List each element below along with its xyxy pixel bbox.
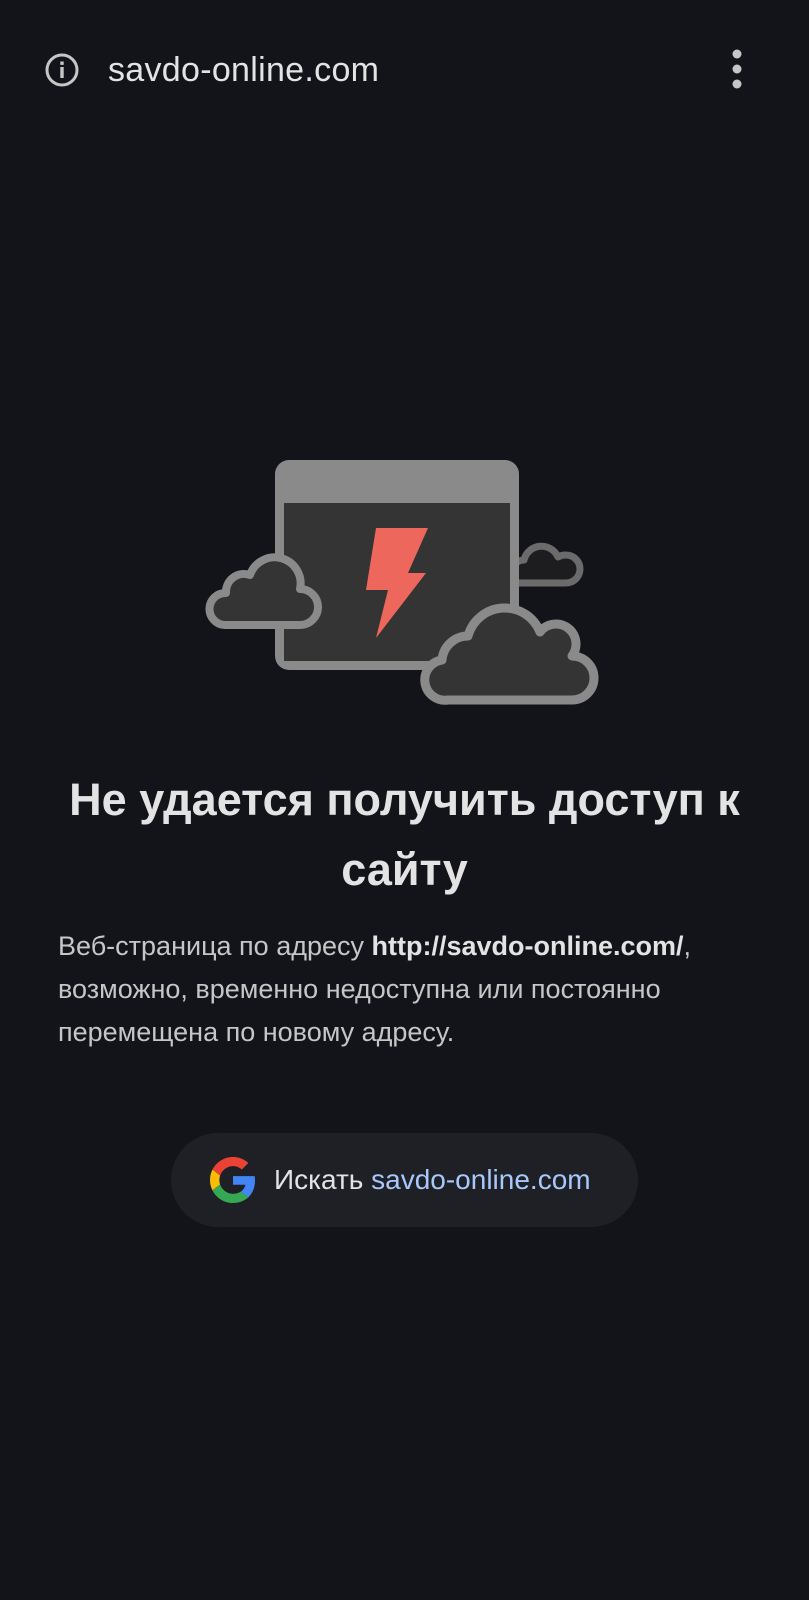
- description-prefix: Веб-страница по адресу: [58, 931, 372, 961]
- error-heading: Не удается получить доступ к сайту: [69, 774, 740, 895]
- search-label: Искать: [274, 1164, 372, 1195]
- description-url: http://savdo-online.com/: [371, 931, 684, 961]
- search-query: savdo-online.com: [371, 1164, 591, 1195]
- search-suggestion-text: Искать savdo-online.com: [274, 1133, 591, 1227]
- search-suggestion-button[interactable]: Искать savdo-online.com: [171, 1133, 638, 1227]
- omnibox-bar: savdo-online.com: [0, 0, 809, 140]
- small-cloud-icon: [507, 542, 584, 587]
- info-icon[interactable]: [44, 52, 80, 88]
- google-g-icon: [210, 1157, 256, 1203]
- offline-browser-icon: [205, 460, 599, 705]
- more-vert-icon[interactable]: [726, 48, 748, 92]
- url-display[interactable]: savdo-online.com: [108, 46, 379, 94]
- error-description: Веб-страница по адресу http://savdo-onli…: [58, 925, 758, 1054]
